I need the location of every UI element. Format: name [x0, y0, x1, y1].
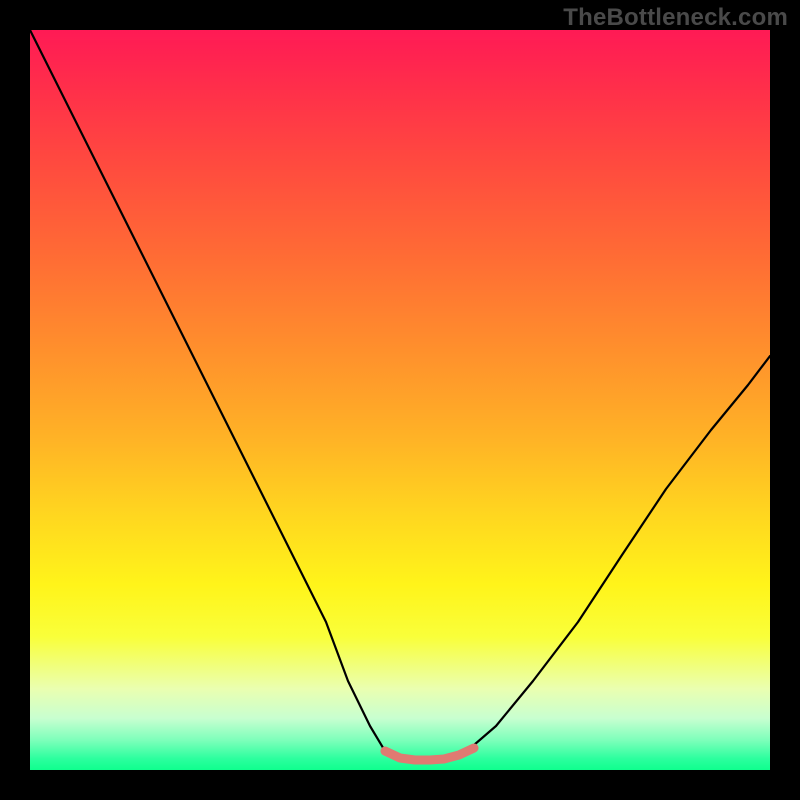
- bottleneck-curve: [30, 30, 770, 760]
- plot-area: [30, 30, 770, 770]
- chart-frame: TheBottleneck.com: [0, 0, 800, 800]
- optimal-band-highlight: [385, 748, 474, 760]
- watermark-text: TheBottleneck.com: [563, 4, 788, 32]
- curve-svg: [30, 30, 770, 770]
